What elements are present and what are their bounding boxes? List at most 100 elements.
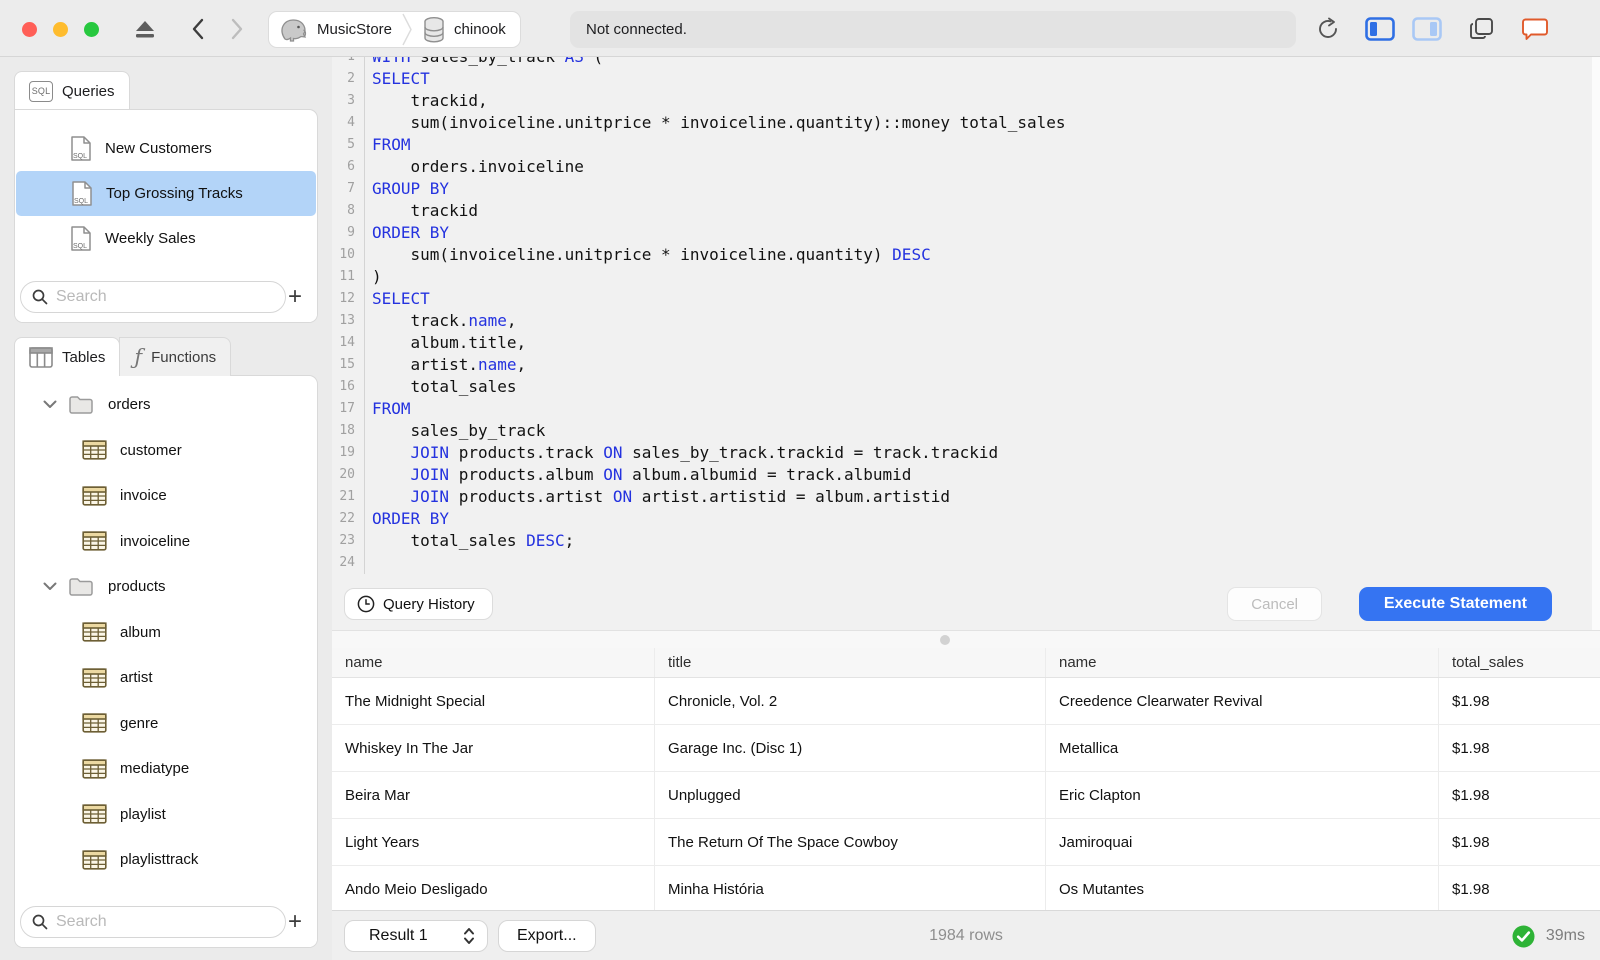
tab-functions-label: Functions: [151, 348, 217, 366]
tree-table-item[interactable]: customer: [15, 428, 317, 474]
tables-search-box[interactable]: [20, 906, 286, 938]
table-row[interactable]: Ando Meio Desligado Minha História Os Muta…: [332, 866, 1600, 910]
table-cell[interactable]: Minha História: [655, 866, 1046, 910]
chevron-down-icon[interactable]: [43, 400, 59, 409]
toggle-right-sidebar-icon[interactable]: [1412, 14, 1442, 44]
table-cell[interactable]: Ando Meio Desligado: [332, 866, 655, 910]
code-line: trackid: [372, 201, 478, 220]
tree-table-item[interactable]: playlisttrack: [15, 837, 317, 883]
sql-editor[interactable]: 123456789101112131415161718192021222324 …: [332, 57, 1600, 630]
query-item[interactable]: SQL Weekly Sales: [15, 216, 317, 261]
tree-folder[interactable]: orders: [15, 382, 317, 428]
table-cell[interactable]: $1.98: [1439, 772, 1600, 818]
tree-table-item[interactable]: mediatype: [15, 746, 317, 792]
code-line: total_sales: [372, 377, 517, 396]
toggle-left-sidebar-icon[interactable]: [1365, 14, 1395, 44]
line-number: 17: [339, 401, 355, 416]
chevron-down-icon[interactable]: [43, 582, 59, 591]
query-history-button[interactable]: Query History: [344, 588, 493, 620]
query-item[interactable]: SQL New Customers: [15, 126, 317, 171]
tree-table-label: invoiceline: [120, 532, 191, 550]
table-cell[interactable]: Unplugged: [655, 772, 1046, 818]
queries-search-input[interactable]: [56, 288, 256, 306]
line-number: 20: [339, 467, 355, 482]
editor-scrollbar-track[interactable]: [1592, 57, 1600, 630]
line-number: 12: [339, 291, 355, 306]
tree-table-item[interactable]: album: [15, 610, 317, 656]
column-header[interactable]: title: [655, 648, 1046, 677]
forward-button[interactable]: [222, 14, 252, 44]
code-line: WITH sales_by_track AS (: [372, 57, 1066, 68]
table-cell[interactable]: Chronicle, Vol. 2: [655, 678, 1046, 724]
tables-search-input[interactable]: [56, 913, 256, 931]
tree-table-label: genre: [120, 714, 159, 732]
table-cell[interactable]: $1.98: [1439, 819, 1600, 865]
code-line: JOIN products.artist ON artist.artistid …: [410, 487, 950, 506]
table-cell[interactable]: Whiskey In The Jar: [332, 725, 655, 771]
cancel-button[interactable]: Cancel: [1227, 587, 1322, 621]
tree-table-item[interactable]: playlist: [15, 792, 317, 838]
line-number: 22: [339, 511, 355, 526]
table-cell[interactable]: The Midnight Special: [332, 678, 655, 724]
table-row[interactable]: Beira Mar Unplugged Eric Clapton $1.98: [332, 772, 1600, 819]
tree-table-item[interactable]: invoiceline: [15, 519, 317, 565]
folder-icon: [68, 394, 94, 415]
tree-table-item[interactable]: genre: [15, 701, 317, 747]
queries-search-box[interactable]: [20, 281, 286, 313]
table-row[interactable]: Light Years The Return Of The Space Cowbo…: [332, 819, 1600, 866]
add-query-button[interactable]: +: [281, 281, 309, 313]
tree-table-label: playlisttrack: [120, 851, 199, 869]
tree-table-item[interactable]: artist: [15, 655, 317, 701]
column-header[interactable]: name: [1046, 648, 1439, 677]
code-line: GROUP BY: [372, 179, 450, 198]
windows-icon[interactable]: [1467, 14, 1497, 44]
connection-status-field: Not connected.: [570, 11, 1296, 48]
table-grid-icon: [82, 668, 107, 688]
table-row[interactable]: The Midnight Special Chronicle, Vol. 2 Cre…: [332, 678, 1600, 725]
table-cell[interactable]: Beira Mar: [332, 772, 655, 818]
column-header[interactable]: name: [332, 648, 655, 677]
query-list: SQL New Customers SQL Top Grossing Tracks SQ…: [15, 126, 317, 261]
table-cell[interactable]: $1.98: [1439, 678, 1600, 724]
close-window-button[interactable]: [22, 22, 37, 37]
code-pane: 123456789101112131415161718192021222324 …: [332, 57, 1600, 574]
line-number: 18: [339, 423, 355, 438]
editor-actions: Query History Cancel Execute Statement: [332, 587, 1600, 621]
table-cell[interactable]: $1.98: [1439, 725, 1600, 771]
table-cell[interactable]: Creedence Clearwater Revival: [1046, 678, 1439, 724]
splitter[interactable]: [332, 630, 1600, 648]
eject-icon[interactable]: [130, 14, 160, 44]
table-cell[interactable]: Eric Clapton: [1046, 772, 1439, 818]
table-cell[interactable]: The Return Of The Space Cowboy: [655, 819, 1046, 865]
tab-queries[interactable]: SQL Queries: [14, 71, 130, 110]
table-cell[interactable]: Os Mutantes: [1046, 866, 1439, 910]
breadcrumb-database[interactable]: chinook: [422, 16, 506, 44]
code-lines[interactable]: WITH sales_by_track AS (SELECT trackid, …: [365, 57, 1066, 574]
breadcrumb-server[interactable]: MusicStore: [279, 17, 392, 43]
code-line: ): [372, 267, 382, 286]
execute-statement-button[interactable]: Execute Statement: [1358, 587, 1552, 621]
table-cell[interactable]: Jamiroquai: [1046, 819, 1439, 865]
table-cell[interactable]: Light Years: [332, 819, 655, 865]
minimize-window-button[interactable]: [53, 22, 68, 37]
table-cell[interactable]: $1.98: [1439, 866, 1600, 910]
add-table-button[interactable]: +: [281, 906, 309, 938]
tree-table-item[interactable]: invoice: [15, 473, 317, 519]
table-cell[interactable]: Garage Inc. (Disc 1): [655, 725, 1046, 771]
table-cell[interactable]: Metallica: [1046, 725, 1439, 771]
column-header[interactable]: total_sales: [1439, 648, 1600, 677]
back-button[interactable]: [182, 14, 212, 44]
table-grid-icon: [82, 440, 107, 460]
database-icon: [422, 16, 446, 44]
line-number: 7: [347, 181, 355, 196]
zoom-window-button[interactable]: [84, 22, 99, 37]
queries-card: SQL New Customers SQL Top Grossing Tracks SQ…: [14, 109, 318, 323]
refresh-icon[interactable]: [1313, 14, 1343, 44]
feedback-bubble-icon[interactable]: [1520, 14, 1550, 44]
table-row[interactable]: Whiskey In The Jar Garage Inc. (Disc 1) Me…: [332, 725, 1600, 772]
tab-functions[interactable]: ƒ Functions: [119, 337, 232, 376]
tab-tables[interactable]: Tables: [14, 337, 121, 376]
tree-folder[interactable]: products: [15, 564, 317, 610]
query-item[interactable]: SQL Top Grossing Tracks: [16, 171, 316, 216]
sidebar: SQL Queries SQL New Customers SQL Top Gross…: [0, 57, 332, 960]
